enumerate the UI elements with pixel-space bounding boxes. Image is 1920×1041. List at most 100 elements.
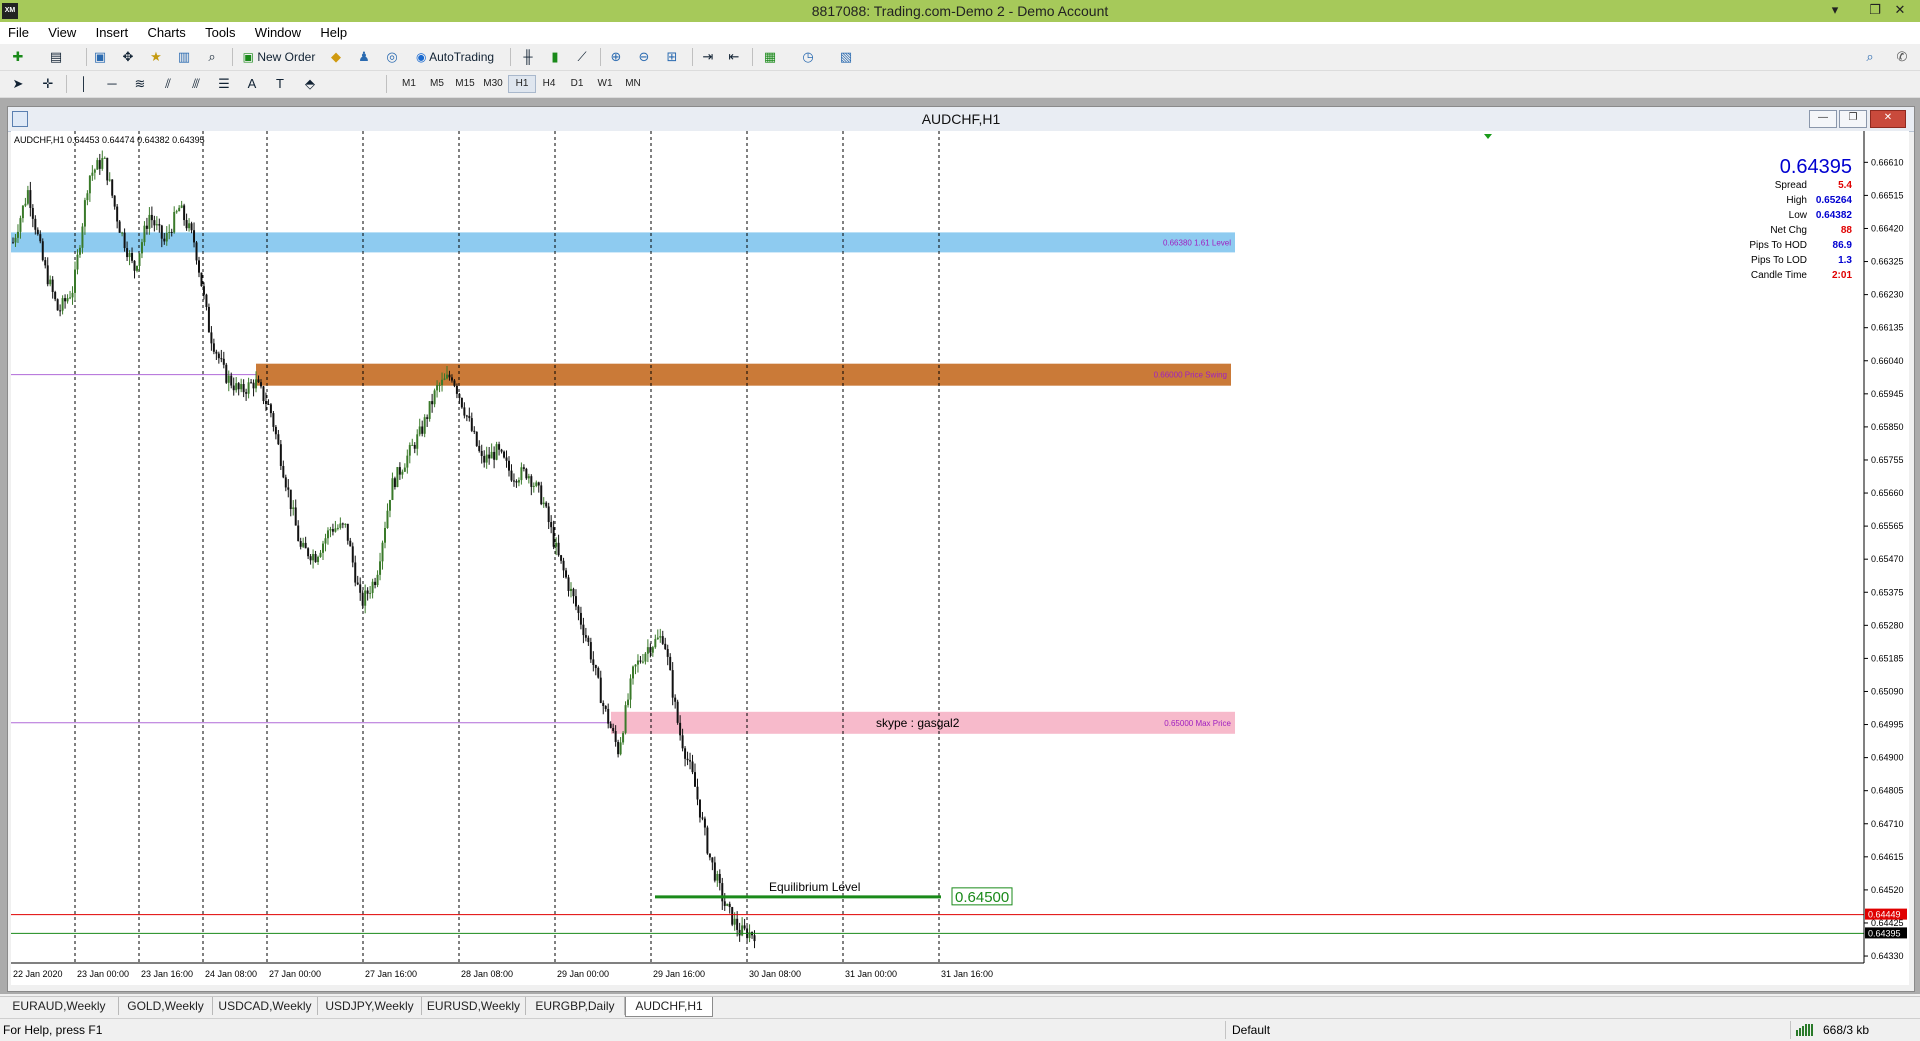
- y-tick-10: 0.65660: [1871, 488, 1904, 498]
- info-label-1: High: [1786, 195, 1807, 206]
- horizontal-line-icon[interactable]: ─: [102, 74, 122, 94]
- candle-body: [71, 292, 74, 298]
- candle-body: [736, 918, 739, 930]
- y-tick-8: 0.65850: [1871, 422, 1904, 432]
- candle-body: [612, 727, 615, 732]
- candle-body: [344, 523, 347, 525]
- candle-body: [14, 237, 17, 243]
- market-watch-icon[interactable]: ▣: [90, 47, 110, 67]
- line-chart-icon[interactable]: ⟋: [572, 47, 592, 67]
- candle-body: [495, 444, 498, 460]
- timeframe-m15[interactable]: M15: [452, 75, 478, 93]
- menu-insert[interactable]: Insert: [88, 22, 137, 40]
- terminal-icon[interactable]: ▥: [174, 47, 194, 67]
- cursor-icon[interactable]: ➤: [8, 74, 28, 94]
- tab-audchf-h1[interactable]: AUDCHF,H1: [625, 997, 713, 1017]
- periods-icon[interactable]: ◷: [798, 47, 818, 67]
- minimize-button[interactable]: ▾: [1815, 0, 1855, 22]
- candle-body: [41, 241, 44, 261]
- timeframe-m5[interactable]: M5: [424, 75, 450, 93]
- timeframe-h4[interactable]: H4: [536, 75, 562, 93]
- timeframe-mn[interactable]: MN: [620, 75, 646, 93]
- new-chart-icon[interactable]: ✚: [8, 47, 28, 67]
- timeframe-w1[interactable]: W1: [592, 75, 618, 93]
- market-icon[interactable]: ◎: [382, 47, 402, 67]
- close-button[interactable]: ✕: [1880, 0, 1920, 22]
- fibo-fan-icon[interactable]: ⫻: [186, 74, 206, 94]
- candle-body: [517, 480, 520, 483]
- strategy-tester-icon[interactable]: ⌕: [202, 47, 222, 67]
- menu-charts[interactable]: Charts: [139, 22, 193, 40]
- autoscroll-icon[interactable]: ⇥: [698, 47, 718, 67]
- timeframe-h1[interactable]: H1: [508, 75, 536, 93]
- candle-body: [19, 218, 22, 232]
- timeframe-m1[interactable]: M1: [396, 75, 422, 93]
- zoom-in-icon[interactable]: ⊕: [606, 47, 626, 67]
- crosshair-icon[interactable]: ✛: [38, 74, 58, 94]
- candle-body: [98, 160, 101, 169]
- navigator-icon[interactable]: ★: [146, 47, 166, 67]
- candle-body: [262, 386, 265, 402]
- chart-close-button[interactable]: ✕: [1870, 110, 1906, 128]
- candle-body: [721, 883, 724, 902]
- candle-body: [16, 231, 19, 238]
- tab-usdjpy-weekly[interactable]: USDJPY,Weekly: [318, 997, 422, 1015]
- text-label-icon[interactable]: T: [270, 74, 290, 94]
- candle-body: [607, 708, 610, 724]
- candle-body: [101, 158, 104, 169]
- community-icon[interactable]: ✆: [1892, 47, 1912, 67]
- tab-eurgbp-daily[interactable]: EURGBP,Daily: [526, 997, 625, 1015]
- tab-usdcad-weekly[interactable]: USDCAD,Weekly: [213, 997, 318, 1015]
- candlestick-icon[interactable]: ▮: [545, 47, 565, 67]
- candle-body: [81, 226, 84, 248]
- tab-gold-weekly[interactable]: GOLD,Weekly: [119, 997, 213, 1015]
- menu-file[interactable]: File: [0, 22, 37, 40]
- vertical-line-icon[interactable]: │: [74, 74, 94, 94]
- tab-euraud-weekly[interactable]: EURAUD,Weekly: [0, 997, 119, 1015]
- profiles-icon[interactable]: ▤: [46, 47, 66, 67]
- price-chart[interactable]: 0.66380 1.61 Level 0.66000 Price Swing 0.6…: [11, 131, 1909, 985]
- menu-window[interactable]: Window: [247, 22, 309, 40]
- candle-body: [386, 510, 389, 528]
- templates-icon[interactable]: ▧: [836, 47, 856, 67]
- y-tick-7: 0.65945: [1871, 389, 1904, 399]
- text-icon[interactable]: A: [242, 74, 262, 94]
- candle-body: [674, 697, 677, 702]
- tab-eurusd-weekly[interactable]: EURUSD,Weekly: [422, 997, 526, 1015]
- timeframe-m30[interactable]: M30: [480, 75, 506, 93]
- candle-body: [44, 260, 47, 266]
- arrows-icon[interactable]: ⬘: [300, 74, 320, 94]
- menu-view[interactable]: View: [40, 22, 84, 40]
- zoom-out-icon[interactable]: ⊖: [634, 47, 654, 67]
- tile-windows-icon[interactable]: ⊞: [662, 47, 682, 67]
- menu-help[interactable]: Help: [312, 22, 355, 40]
- candle-body: [272, 413, 275, 427]
- y-tick-9: 0.65755: [1871, 455, 1904, 465]
- candle-body: [260, 382, 262, 387]
- candle-body: [346, 523, 349, 541]
- chart-shift-icon[interactable]: ⇤: [724, 47, 744, 67]
- chart-minimize-button[interactable]: —: [1809, 110, 1837, 128]
- candle-body: [743, 925, 746, 929]
- candle-body: [202, 286, 205, 295]
- new-order-button[interactable]: ▣ New Order: [238, 47, 320, 67]
- data-window-icon[interactable]: ✥: [118, 47, 138, 67]
- chart-restore-button[interactable]: ❐: [1839, 110, 1867, 128]
- indicators-icon[interactable]: ▦: [760, 47, 780, 67]
- menu-tools[interactable]: Tools: [197, 22, 243, 40]
- equidistant-channel-icon[interactable]: ⫽: [158, 74, 178, 94]
- candle-body: [21, 205, 24, 219]
- metaeditor-icon[interactable]: ◆: [326, 47, 346, 67]
- bar-chart-icon[interactable]: ╫: [518, 47, 538, 67]
- zone-label-2: 0.65000 Max Price: [1164, 719, 1231, 728]
- trendline-icon[interactable]: ≋: [130, 74, 150, 94]
- candle-body: [535, 482, 538, 486]
- candle-body: [297, 525, 300, 542]
- candle-body: [133, 260, 136, 271]
- fibo-retracement-icon[interactable]: ☰: [214, 74, 234, 94]
- search-icon[interactable]: ⌕: [1860, 47, 1880, 67]
- candle-body: [331, 529, 334, 532]
- signals-icon[interactable]: ♟: [354, 47, 374, 67]
- autotrading-button[interactable]: ◉ AutoTrading: [408, 47, 502, 67]
- timeframe-d1[interactable]: D1: [564, 75, 590, 93]
